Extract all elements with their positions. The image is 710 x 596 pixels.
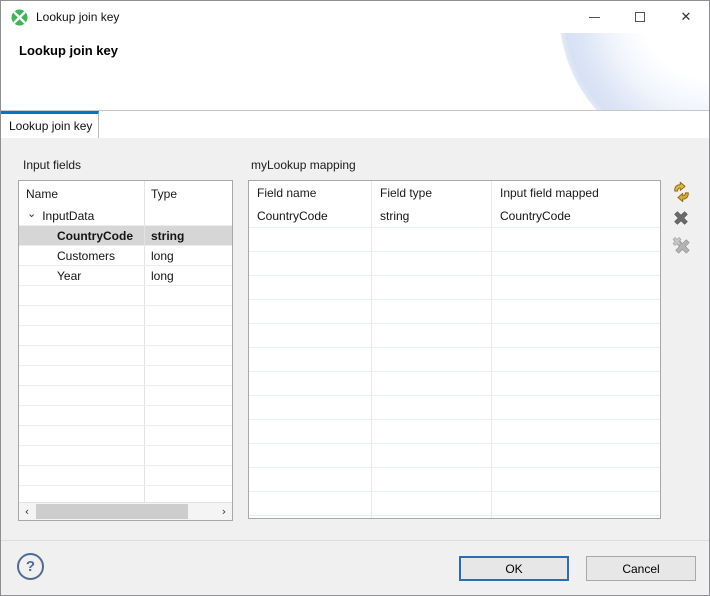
window-controls: ✕: [571, 1, 709, 33]
lookup-join-key-dialog: Lookup join key ✕ Lookup join key Lookup…: [0, 0, 710, 596]
scroll-right-icon[interactable]: ›: [216, 504, 232, 520]
empty-row: [249, 324, 660, 348]
table-row-countrycode[interactable]: CountryCode string: [19, 226, 232, 246]
input-fields-label: Input fields: [23, 158, 81, 172]
help-icon: ?: [26, 558, 35, 575]
scroll-left-icon[interactable]: ‹: [19, 504, 35, 520]
delete-all-button[interactable]: [670, 234, 692, 256]
empty-row: [19, 446, 232, 466]
mapping-label: myLookup mapping: [251, 158, 356, 172]
maximize-button[interactable]: [617, 1, 663, 33]
clover-app-icon: [11, 9, 28, 26]
delete-button[interactable]: [670, 207, 692, 229]
minimize-icon: [589, 17, 600, 18]
empty-row: [19, 286, 232, 306]
minimize-button[interactable]: [571, 1, 617, 33]
mapping-row-countrycode[interactable]: CountryCode string CountryCode: [249, 204, 660, 228]
empty-row: [19, 306, 232, 326]
input-fields-rows: Name Type ⌄ InputData CountryCode string…: [19, 181, 232, 502]
ok-button[interactable]: OK: [459, 556, 569, 581]
empty-row: [249, 372, 660, 396]
table-row-year[interactable]: Year long: [19, 266, 232, 286]
tab-lookup-join-key[interactable]: Lookup join key: [1, 111, 99, 138]
help-button[interactable]: ?: [17, 553, 44, 580]
empty-row: [249, 444, 660, 468]
empty-row: [19, 326, 232, 346]
tab-content: Input fields myLookup mapping Name Type …: [1, 138, 709, 542]
tree-expander-icon[interactable]: ⌄: [27, 208, 36, 219]
empty-row: [19, 486, 232, 502]
cancel-button[interactable]: Cancel: [586, 556, 696, 581]
delete-x-icon: [672, 209, 690, 227]
empty-row: [249, 300, 660, 324]
tree-row-inputdata[interactable]: ⌄ InputData: [19, 206, 232, 226]
empty-row: [249, 228, 660, 252]
auto-map-arrows-icon: [671, 181, 692, 202]
tab-bar: Lookup join key: [1, 111, 709, 138]
empty-row: [19, 366, 232, 386]
tab-label: Lookup join key: [9, 119, 92, 133]
empty-row: [19, 346, 232, 366]
input-fields-table: Name Type ⌄ InputData CountryCode string…: [18, 180, 233, 521]
empty-row: [249, 252, 660, 276]
button-bar: ? OK Cancel: [1, 540, 709, 595]
mapping-table: Field name Field type Input field mapped…: [248, 180, 661, 519]
empty-row: [249, 492, 660, 516]
auto-map-button[interactable]: [670, 180, 692, 202]
input-fields-header: Name Type: [19, 181, 232, 206]
close-button[interactable]: ✕: [663, 1, 709, 33]
empty-row: [249, 348, 660, 372]
window-title: Lookup join key: [36, 10, 119, 24]
close-icon: ✕: [681, 10, 692, 25]
dialog-title: Lookup join key: [19, 43, 118, 58]
empty-row: [19, 426, 232, 446]
empty-row: [19, 386, 232, 406]
header-decoration: [559, 33, 709, 111]
column-header-name[interactable]: Name: [19, 181, 145, 206]
empty-row: [249, 516, 660, 519]
scrollbar-thumb[interactable]: [36, 504, 188, 519]
empty-row: [19, 406, 232, 426]
titlebar: Lookup join key ✕: [1, 1, 709, 33]
mapping-actions: [667, 180, 695, 256]
dialog-header: Lookup join key: [1, 33, 709, 111]
empty-row: [19, 466, 232, 486]
empty-row: [249, 468, 660, 492]
horizontal-scrollbar[interactable]: ‹ ›: [19, 502, 232, 520]
delete-all-x-icon: [671, 235, 692, 256]
column-header-type[interactable]: Type: [145, 181, 232, 206]
maximize-icon: [635, 12, 645, 22]
column-header-input-field-mapped[interactable]: Input field mapped: [492, 181, 660, 204]
empty-row: [249, 420, 660, 444]
mapping-header: Field name Field type Input field mapped: [249, 181, 660, 204]
column-header-field-name[interactable]: Field name: [249, 181, 372, 204]
column-header-field-type[interactable]: Field type: [372, 181, 492, 204]
tree-root-label: InputData: [42, 209, 94, 223]
empty-row: [249, 396, 660, 420]
empty-row: [249, 276, 660, 300]
table-row-customers[interactable]: Customers long: [19, 246, 232, 266]
